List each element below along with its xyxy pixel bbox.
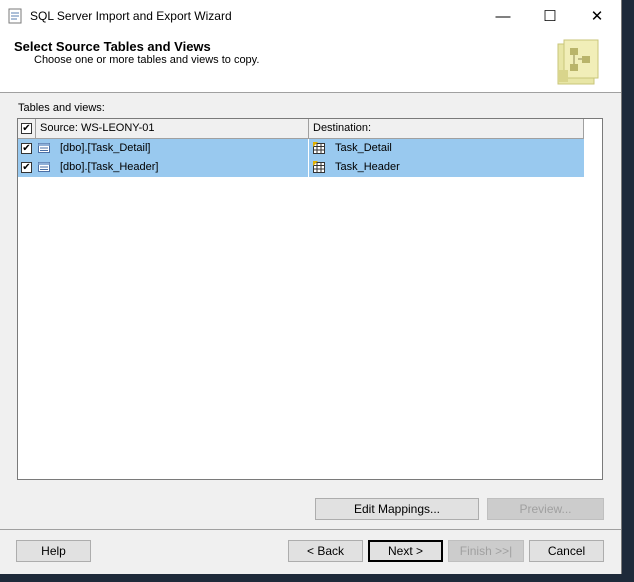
wizard-header: Select Source Tables and Views Choose on… [0,32,621,93]
select-all-checkbox[interactable]: ✔ [21,123,32,134]
desktop-background-bottom [0,574,634,582]
window-title: SQL Server Import and Export Wizard [30,9,232,23]
page-title: Select Source Tables and Views [14,39,211,54]
back-button[interactable]: < Back [288,540,363,562]
desktop-background-right [622,0,634,582]
maximize-button[interactable]: ☐ [527,0,573,32]
destination-table-icon [313,161,325,173]
row-checkbox[interactable]: ✔ [21,143,32,154]
destination-table-icon [313,142,325,154]
edit-mappings-button[interactable]: Edit Mappings... [315,498,479,520]
footer-separator [0,529,621,530]
next-button[interactable]: Next > [368,540,443,562]
page-subtitle: Choose one or more tables and views to c… [34,54,260,66]
wizard-window: SQL Server Import and Export Wizard — ☐ … [0,0,622,574]
source-table-icon [38,162,50,172]
destination-table-name: Task_Detail [335,142,392,154]
grid-header: ✔ Source: WS-LEONY-01 Destination: [18,119,584,139]
help-button[interactable]: Help [16,540,91,562]
tables-views-label: Tables and views: [18,102,105,114]
destination-column-header[interactable]: Destination: [309,119,584,138]
source-table-name: [dbo].[Task_Header] [60,161,159,173]
row-checkbox[interactable]: ✔ [21,162,32,173]
source-column-header[interactable]: Source: WS-LEONY-01 [36,119,309,138]
maximize-icon: ☐ [543,8,557,25]
finish-button[interactable]: Finish >>| [448,540,524,562]
minimize-button[interactable]: — [480,0,526,32]
table-row[interactable]: ✔ [dbo].[Task_Detail] Task_Detail [18,139,584,158]
row-divider [308,139,309,158]
source-table-icon [38,143,50,153]
close-icon: ✕ [590,8,604,25]
title-bar[interactable]: SQL Server Import and Export Wizard — ☐ … [0,0,621,32]
table-row[interactable]: ✔ [dbo].[Task_Header] Task_Header [18,158,584,177]
minimize-icon: — [495,7,511,25]
source-table-name: [dbo].[Task_Detail] [60,142,151,154]
close-button[interactable]: ✕ [574,0,620,32]
wizard-app-icon [8,8,22,24]
wizard-banner-icon [557,39,599,85]
cancel-button[interactable]: Cancel [529,540,604,562]
tables-grid: ✔ Source: WS-LEONY-01 Destination: ✔ [db… [17,118,603,480]
select-all-cell: ✔ [18,119,36,138]
preview-button[interactable]: Preview... [487,498,604,520]
row-divider [308,158,309,177]
destination-table-name: Task_Header [335,161,400,173]
